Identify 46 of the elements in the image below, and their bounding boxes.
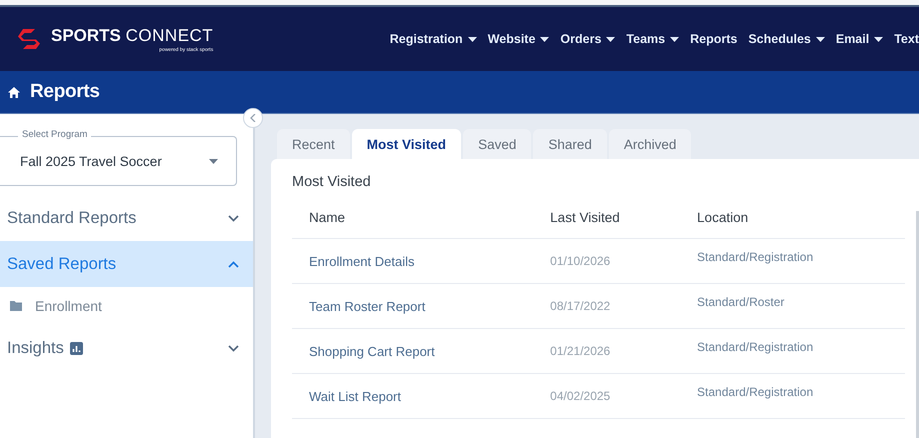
field-label: Select Program (18, 129, 92, 141)
nav-link[interactable]: Orders (560, 32, 616, 46)
column-header: Last Visited (533, 196, 680, 238)
tab[interactable]: Most Visited (352, 129, 462, 159)
tab[interactable]: Saved (463, 129, 532, 159)
location-cell: Standard/Registration (680, 328, 905, 374)
nav-link[interactable]: Schedules (748, 32, 825, 46)
brand-name: SPORTS CONNECT (51, 26, 214, 46)
chevron-down-icon (228, 214, 239, 222)
logo-icon (17, 28, 43, 50)
nav-link[interactable]: Reports (690, 32, 738, 46)
date-cell: 04/02/2025 (533, 374, 680, 418)
sidebar-section[interactable]: Saved Reports (0, 241, 253, 287)
tab[interactable]: Archived (608, 129, 692, 159)
home-icon[interactable] (8, 86, 20, 98)
chevron-left-icon (250, 114, 256, 122)
nav-link[interactable]: Email (836, 32, 884, 46)
chevron-down-icon (228, 344, 239, 352)
saved-report-folder[interactable]: Enrollment (0, 287, 253, 325)
report-link[interactable]: Wait List Report (309, 388, 401, 404)
date-cell: 01/21/2026 (533, 328, 680, 374)
column-header: Location (680, 196, 905, 238)
folder-icon (10, 301, 22, 311)
location-cell: Standard/Roster (680, 284, 905, 328)
page-title: Reports (30, 81, 100, 103)
scrollbar[interactable] (916, 211, 919, 438)
section-title: Most Visited (292, 174, 372, 190)
sidebar-section[interactable]: Insights (0, 325, 253, 371)
nav-link[interactable]: Website (488, 32, 550, 46)
date-cell: 08/17/2022 (533, 284, 680, 328)
sidebar-section[interactable]: Standard Reports (0, 195, 253, 241)
nav-link[interactable]: Text (894, 32, 919, 46)
nav-link[interactable]: Registration (390, 32, 477, 46)
report-link[interactable]: Shopping Cart Report (309, 344, 435, 358)
nav-link[interactable]: Teams (626, 32, 680, 46)
collapse-sidebar-button[interactable] (243, 108, 263, 128)
location-cell: Standard/Registration (680, 374, 905, 418)
tab[interactable]: Shared (533, 129, 607, 159)
caret-icon (209, 158, 218, 164)
chevron-up-icon (228, 260, 239, 268)
report-link[interactable]: Team Roster Report (309, 298, 426, 314)
column-header: Name (292, 196, 534, 238)
location-cell: Standard/Registration (680, 238, 905, 284)
tab[interactable]: Recent (277, 129, 350, 159)
date-cell: 01/10/2026 (533, 238, 680, 284)
report-link[interactable]: Enrollment Details (309, 254, 414, 268)
